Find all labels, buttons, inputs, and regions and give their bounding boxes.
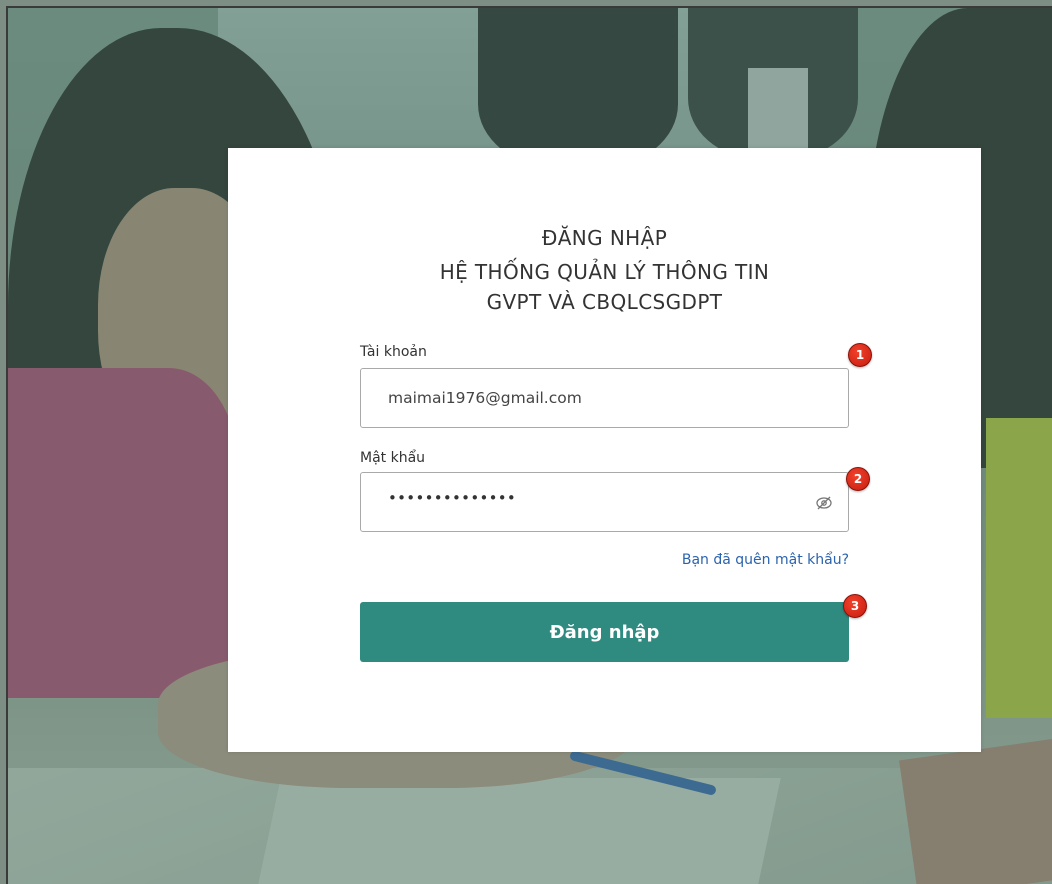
system-title-line1: HỆ THỐNG QUẢN LÝ THÔNG TIN	[439, 260, 770, 284]
username-field[interactable]: maimai1976@gmail.com	[360, 368, 849, 428]
forgot-password-link[interactable]: Bạn đã quên mật khẩu?	[682, 552, 849, 568]
login-page: ĐĂNG NHẬP HỆ THỐNG QUẢN LÝ THÔNG TIN GVP…	[0, 0, 1052, 884]
password-value: ••••••••••••••	[388, 489, 517, 507]
eye-slash-icon[interactable]	[814, 493, 834, 513]
step-marker-2: 2	[846, 467, 870, 491]
login-button[interactable]: Đăng nhập	[360, 602, 849, 662]
password-label: Mật khẩu	[360, 450, 426, 466]
system-title-line2: GVPT VÀ CBQLCSGDPT	[486, 290, 723, 314]
login-heading: ĐĂNG NHẬP	[541, 226, 668, 250]
password-field[interactable]: ••••••••••••••	[360, 472, 849, 532]
step-marker-1: 1	[848, 343, 872, 367]
login-card: ĐĂNG NHẬP HỆ THỐNG QUẢN LÝ THÔNG TIN GVP…	[228, 148, 981, 752]
username-value: maimai1976@gmail.com	[388, 389, 582, 407]
step-marker-3: 3	[843, 594, 867, 618]
username-label: Tài khoản	[360, 344, 427, 360]
